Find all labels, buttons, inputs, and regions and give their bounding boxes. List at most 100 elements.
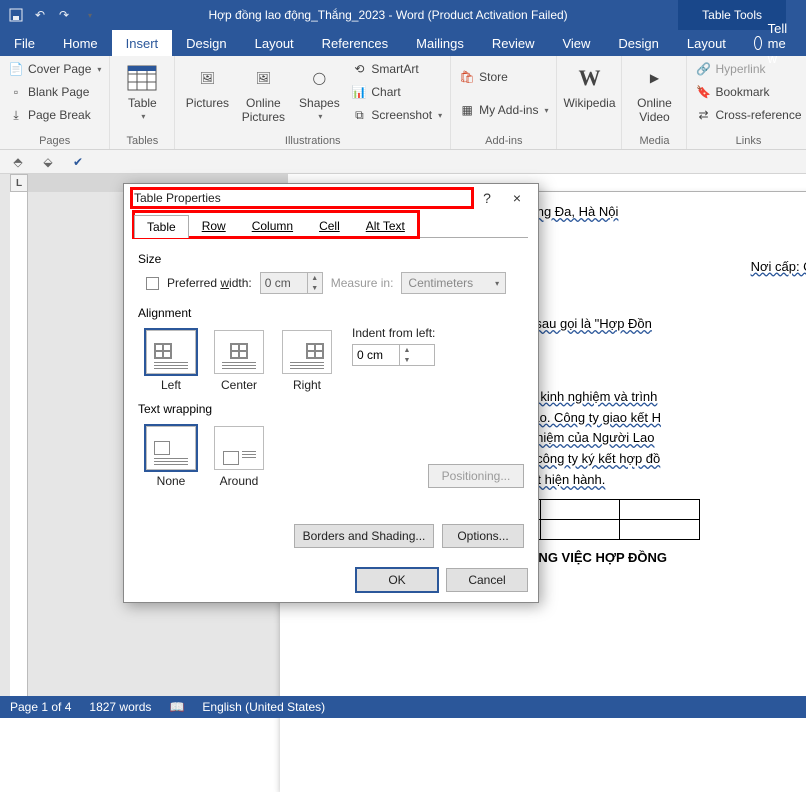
- group-label-tables: Tables: [116, 133, 168, 149]
- tell-me[interactable]: Tell me w: [740, 30, 806, 56]
- tab-insert[interactable]: Insert: [112, 30, 173, 56]
- dialog-help-button[interactable]: ?: [472, 187, 502, 209]
- measure-in-select[interactable]: Centimeters▾: [401, 272, 506, 294]
- video-icon: ▶: [638, 62, 670, 94]
- titlebar: ↶ ↷ ▾ Hợp đồng lao động_Thắng_2023 - Wor…: [0, 0, 806, 30]
- spin-down-icon[interactable]: ▼: [308, 283, 322, 293]
- chart-icon: 📊: [351, 84, 367, 100]
- tab-design[interactable]: Design: [172, 30, 240, 56]
- preferred-width-checkbox[interactable]: [146, 277, 159, 290]
- online-pictures-button[interactable]: 🖼Online Pictures: [237, 58, 289, 133]
- align-right-option[interactable]: [282, 330, 332, 374]
- page-break-button[interactable]: ⤓Page Break: [6, 104, 103, 126]
- online-video-button[interactable]: ▶Online Video: [628, 58, 680, 133]
- bookmark-icon: 🔖: [695, 84, 711, 100]
- group-illustrations: 🖼Pictures 🖼Online Pictures ◯Shapes▾ ⟲Sma…: [175, 56, 451, 149]
- dlg-tab-column[interactable]: Column: [239, 214, 306, 237]
- spin-up-icon[interactable]: ▲: [308, 273, 322, 283]
- size-label: Size: [138, 252, 524, 266]
- store-button[interactable]: 🛍Store: [457, 66, 550, 88]
- cover-page-icon: 📄: [8, 61, 24, 77]
- dlg-tab-table[interactable]: Table: [134, 215, 189, 238]
- store-icon: 🛍: [459, 69, 475, 85]
- group-label-links: Links: [693, 133, 803, 149]
- status-page[interactable]: Page 1 of 4: [10, 700, 71, 714]
- align-left-label: Left: [161, 378, 181, 392]
- dialog-table-properties: Table Properties ? × Table Row Column Ce…: [123, 183, 539, 603]
- undo-icon[interactable]: ↶: [32, 7, 48, 23]
- shapes-button[interactable]: ◯Shapes▾: [293, 58, 345, 133]
- nav-prev-icon[interactable]: ⬘: [8, 153, 28, 171]
- wrap-around-label: Around: [220, 474, 259, 488]
- redo-icon[interactable]: ↷: [56, 7, 72, 23]
- wrap-none-option[interactable]: [146, 426, 196, 470]
- tab-selector[interactable]: L: [10, 174, 28, 192]
- pictures-button[interactable]: 🖼Pictures: [181, 58, 233, 133]
- cross-reference-button[interactable]: ⇄Cross-reference: [693, 104, 803, 126]
- nav-next-icon[interactable]: ⬙: [38, 153, 58, 171]
- group-links: 🔗Hyperlink 🔖Bookmark ⇄Cross-reference Li…: [687, 56, 806, 149]
- wrap-none-label: None: [157, 474, 186, 488]
- bulb-icon: [754, 36, 762, 50]
- dlg-tab-row[interactable]: Row: [189, 214, 239, 237]
- group-label-illustrations: Illustrations: [181, 133, 444, 149]
- align-center-option[interactable]: [214, 330, 264, 374]
- borders-shading-button[interactable]: Borders and Shading...: [294, 524, 434, 548]
- save-icon[interactable]: [8, 7, 24, 23]
- group-addins: 🛍Store ▦My Add-ins▾ Add-ins: [451, 56, 557, 149]
- indent-input[interactable]: ▲▼: [352, 344, 435, 366]
- group-label-addins: Add-ins: [457, 133, 550, 149]
- positioning-button[interactable]: Positioning...: [428, 464, 524, 488]
- options-button[interactable]: Options...: [442, 524, 524, 548]
- align-left-option[interactable]: [146, 330, 196, 374]
- tab-review[interactable]: Review: [478, 30, 549, 56]
- cancel-button[interactable]: Cancel: [446, 568, 528, 592]
- shapes-icon: ◯: [303, 62, 335, 94]
- tab-tabletools-layout[interactable]: Layout: [673, 30, 740, 56]
- tab-home[interactable]: Home: [49, 30, 112, 56]
- tab-references[interactable]: References: [308, 30, 402, 56]
- screenshot-button[interactable]: ⧉Screenshot▾: [349, 104, 444, 126]
- spin-down-icon[interactable]: ▼: [400, 355, 414, 365]
- spellcheck-icon[interactable]: ✔: [68, 153, 88, 171]
- blank-page-icon: ▫: [8, 84, 24, 100]
- ribbon-tabs: File Home Insert Design Layout Reference…: [0, 30, 806, 56]
- status-words[interactable]: 1827 words: [89, 700, 151, 714]
- cover-page-button[interactable]: 📄Cover Page▾: [6, 58, 103, 80]
- status-proof-icon[interactable]: 📖: [169, 700, 184, 714]
- my-addins-button[interactable]: ▦My Add-ins▾: [457, 99, 550, 121]
- hyperlink-button[interactable]: 🔗Hyperlink: [693, 58, 803, 80]
- wikipedia-icon: W: [573, 62, 605, 94]
- group-tables: Table▾ Tables: [110, 56, 175, 149]
- tab-view[interactable]: View: [548, 30, 604, 56]
- wrap-around-option[interactable]: [214, 426, 264, 470]
- tab-layout[interactable]: Layout: [241, 30, 308, 56]
- group-pages: 📄Cover Page▾ ▫Blank Page ⤓Page Break Pag…: [0, 56, 110, 149]
- table-icon: [126, 62, 158, 94]
- bookmark-button[interactable]: 🔖Bookmark: [693, 81, 803, 103]
- crossref-icon: ⇄: [695, 107, 711, 123]
- chart-button[interactable]: 📊Chart: [349, 81, 444, 103]
- smartart-button[interactable]: ⟲SmartArt: [349, 58, 444, 80]
- wikipedia-button[interactable]: WWikipedia: [563, 58, 615, 133]
- doc-line: Nơi cấp: Cục Quản lý xuất nhập cản: [751, 259, 806, 274]
- ok-button[interactable]: OK: [356, 568, 438, 592]
- preferred-width-label: Preferred width:: [167, 276, 252, 290]
- status-language[interactable]: English (United States): [202, 700, 325, 714]
- dlg-tab-cell[interactable]: Cell: [306, 214, 353, 237]
- tab-mailings[interactable]: Mailings: [402, 30, 478, 56]
- group-label-pages: Pages: [6, 133, 103, 149]
- table-button[interactable]: Table▾: [116, 58, 168, 133]
- hyperlink-icon: 🔗: [695, 61, 711, 77]
- tab-tabletools-design[interactable]: Design: [604, 30, 672, 56]
- ruler-vertical[interactable]: [10, 192, 28, 696]
- dialog-tabstrip: Table Row Column Cell Alt Text: [134, 212, 418, 237]
- tab-file[interactable]: File: [0, 30, 49, 56]
- qat-more-icon[interactable]: ▾: [82, 7, 98, 23]
- spin-up-icon[interactable]: ▲: [400, 345, 414, 355]
- page-break-icon: ⤓: [8, 107, 24, 123]
- dlg-tab-alttext[interactable]: Alt Text: [353, 214, 418, 237]
- blank-page-button[interactable]: ▫Blank Page: [6, 81, 103, 103]
- dialog-close-button[interactable]: ×: [502, 187, 532, 209]
- preferred-width-input[interactable]: ▲▼: [260, 272, 323, 294]
